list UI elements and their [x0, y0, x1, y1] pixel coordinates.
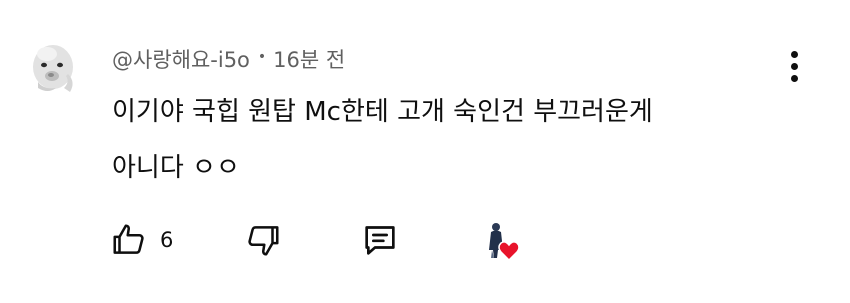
creator-heart-badge [482, 220, 528, 262]
more-options-button[interactable] [778, 46, 810, 86]
author-name[interactable]: @사랑해요-i5o [112, 44, 250, 74]
like-count: 6 [160, 228, 174, 252]
more-vertical-icon-dot [790, 74, 798, 82]
comment-timestamp[interactable]: 16분 전 [273, 44, 345, 74]
reply-button[interactable] [360, 218, 400, 262]
dislike-button[interactable] [244, 218, 282, 262]
comment-actions: 6 [110, 218, 570, 262]
reply-comment-icon [365, 226, 395, 255]
more-vertical-icon [790, 50, 798, 58]
comment-item: @사랑해요-i5o • 16분 전 이기야 국힙 원탑 Mc한테 고개 숙인건 … [0, 0, 850, 303]
baby-face-avatar-icon [24, 38, 84, 98]
thumbs-down-icon [248, 226, 279, 256]
header-separator: • [257, 49, 267, 65]
comment-header: @사랑해요-i5o • 16분 전 [112, 41, 345, 77]
more-vertical-icon-dot [790, 62, 798, 70]
thumbs-up-icon [113, 224, 144, 254]
creator-heart-icon [489, 223, 520, 262]
author-avatar[interactable] [24, 38, 84, 98]
comment-text: 이기야 국힙 원탑 Mc한테 고개 숙인건 부끄러운게 아니다 ㅇㅇ [112, 97, 653, 183]
like-button[interactable]: 6 [110, 218, 173, 262]
